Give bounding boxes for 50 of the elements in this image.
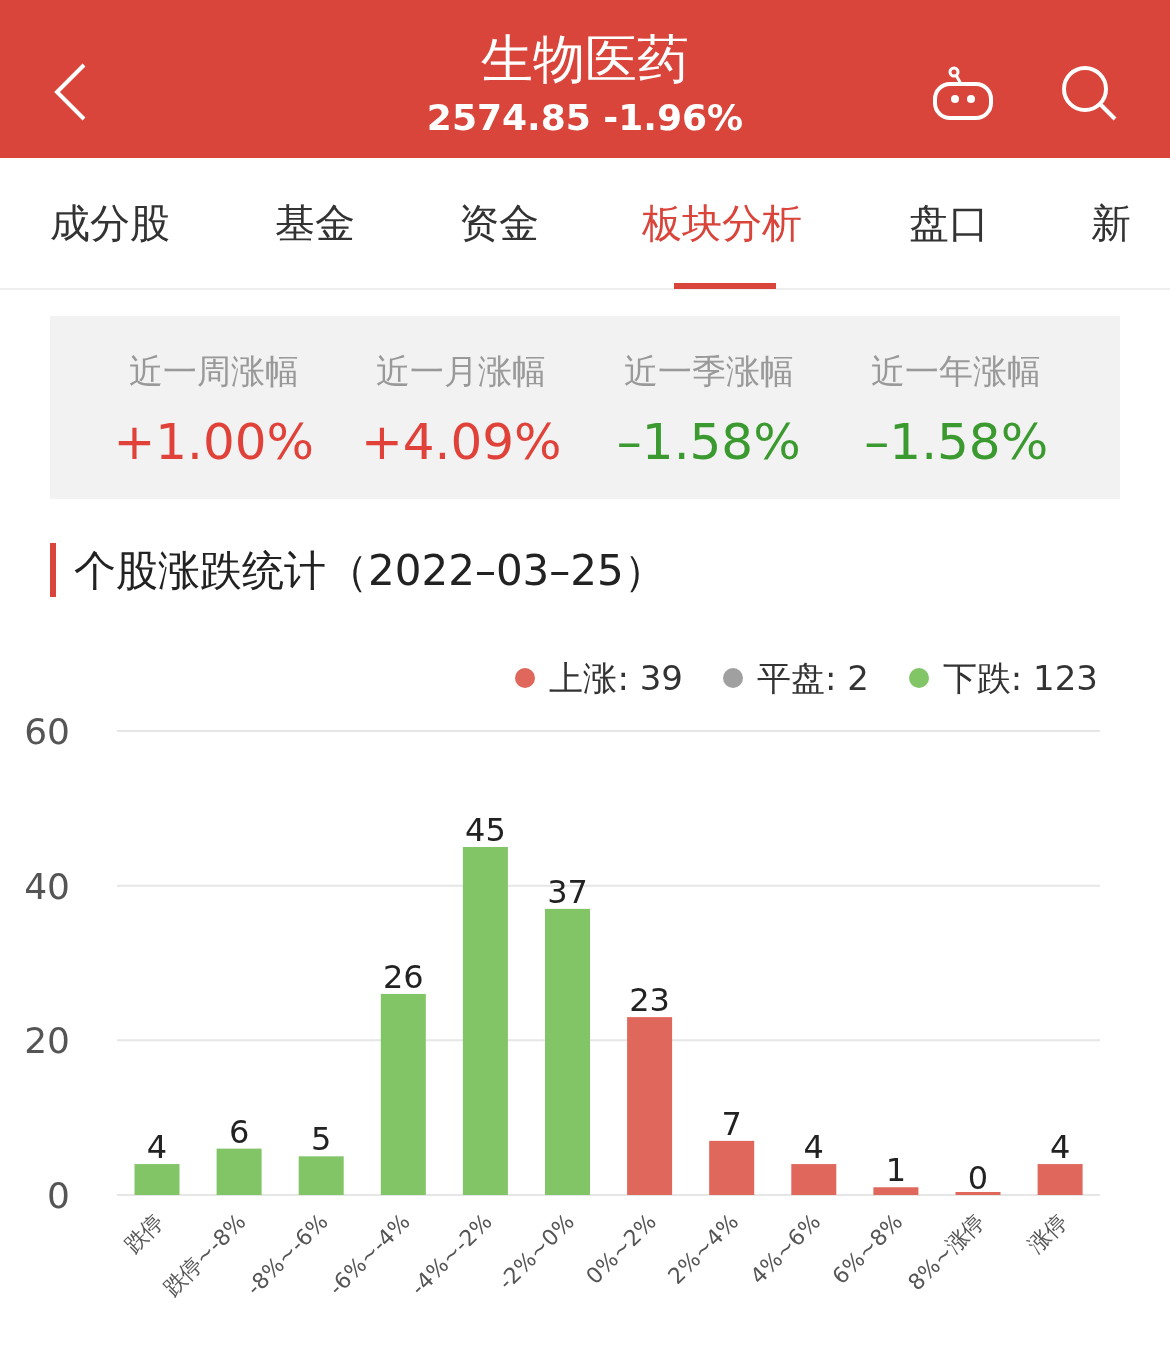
bar-value-label: 26 [382, 957, 424, 996]
bar-value-label: 45 [465, 811, 506, 849]
page-title: 生物医药 [481, 28, 689, 90]
stat-value: +1.00% [113, 412, 315, 473]
bar-value-label: 4 [146, 1128, 168, 1167]
section-title: 个股涨跌统计（2022–03–25） [74, 544, 666, 597]
search-icon[interactable] [1060, 64, 1118, 122]
legend-label: 上涨: 39 [549, 656, 683, 700]
y-tick-label: 0 [47, 1175, 70, 1216]
bar-value-label: 4 [803, 1128, 824, 1167]
stat-label: 近一季涨幅 [623, 350, 794, 393]
bar [216, 1148, 262, 1195]
index-quote: 2574.85 -1.96% [426, 96, 744, 140]
tab[interactable]: 基金 [275, 157, 459, 289]
tab[interactable]: 板块分析 [642, 157, 909, 289]
bar-value-label: 0 [967, 1159, 989, 1197]
stat-label: 近一年涨幅 [871, 350, 1042, 393]
bar-value-label: 6 [228, 1112, 250, 1151]
y-tick-label: 20 [24, 1020, 70, 1062]
y-tick-label: 60 [24, 711, 70, 752]
legend-label: 下跌: 123 [942, 656, 1098, 700]
bar [298, 1156, 344, 1195]
stat-value: –1.58% [864, 412, 1049, 473]
bar-value-label: 5 [311, 1120, 332, 1159]
bar-value-label: 7 [721, 1104, 742, 1143]
stat-value: –1.58% [616, 412, 801, 473]
bar-value-label: 1 [885, 1151, 907, 1190]
section-marker [50, 543, 56, 597]
tab[interactable]: 资金 [458, 157, 643, 289]
x-axis-label: 跌停 [119, 1208, 169, 1258]
back-icon[interactable] [52, 62, 88, 122]
x-axis-label: 涨停 [1022, 1208, 1072, 1258]
bar [134, 1164, 180, 1195]
stat-value: +4.09% [360, 412, 562, 473]
y-tick-label: 40 [24, 865, 70, 907]
tab[interactable]: 盘口 [908, 157, 1092, 289]
bar [791, 1164, 837, 1195]
bar [873, 1187, 919, 1195]
bar [955, 1192, 1001, 1195]
stat-label: 近一周涨幅 [128, 350, 299, 393]
bar-value-label: 23 [629, 981, 670, 1020]
bar-value-label: 37 [547, 872, 588, 911]
tab[interactable]: 新 [1091, 157, 1170, 289]
tab[interactable]: 成分股 [50, 157, 275, 289]
stat-label: 近一月涨幅 [376, 350, 547, 393]
bar [709, 1140, 755, 1195]
bar [1037, 1164, 1083, 1195]
bar-value-label: 4 [1049, 1128, 1071, 1167]
robot-icon[interactable] [932, 66, 994, 120]
legend-label: 平盘: 2 [756, 656, 869, 700]
